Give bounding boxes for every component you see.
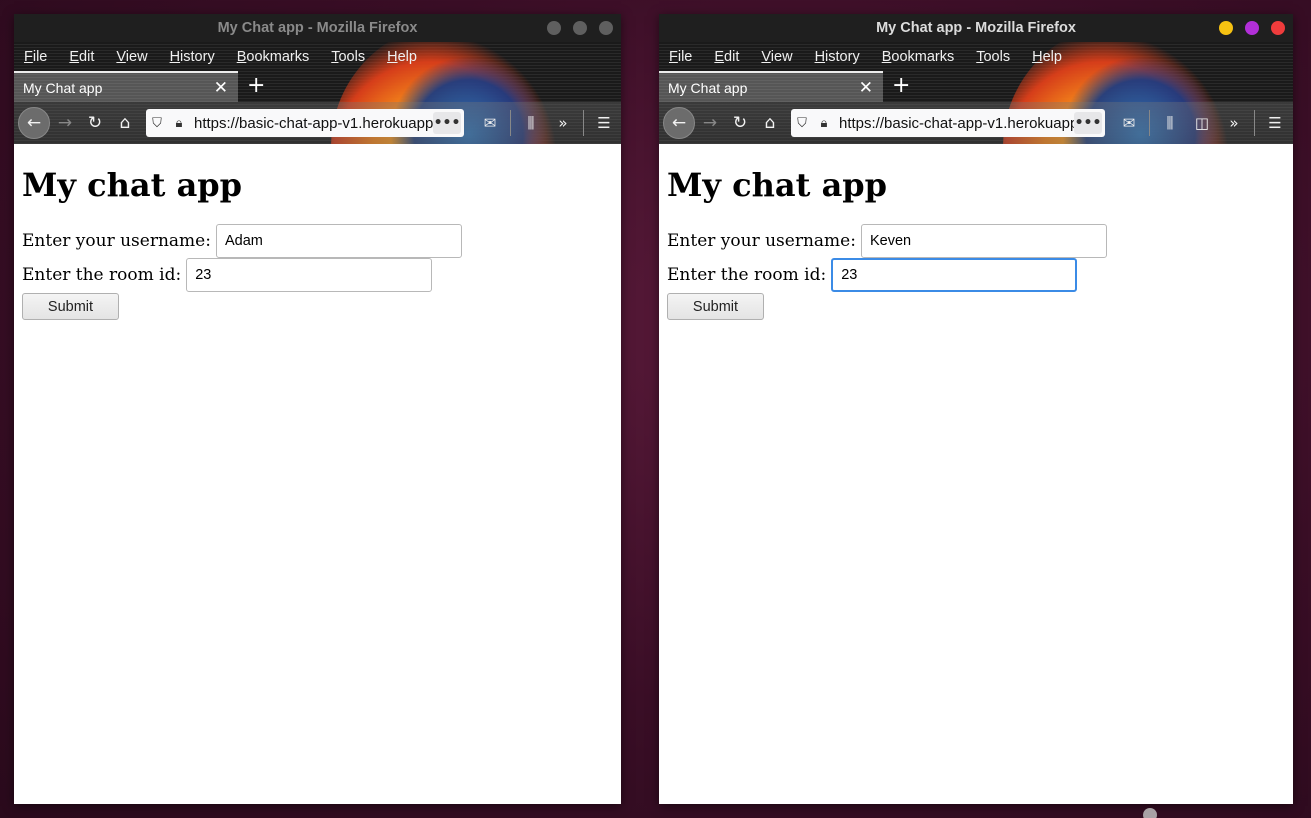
tab-my-chat-app[interactable]: My Chat app ✕ bbox=[14, 71, 238, 102]
username-input[interactable] bbox=[215, 224, 462, 258]
minimize-button[interactable] bbox=[547, 21, 561, 35]
mail-icon[interactable]: ✉ bbox=[474, 114, 506, 132]
username-label: Enter your username: bbox=[667, 231, 856, 251]
ellipsis-icon[interactable]: ••• bbox=[433, 112, 461, 134]
maximize-button[interactable] bbox=[1245, 21, 1259, 35]
arrow-left-icon[interactable]: ← bbox=[18, 107, 50, 139]
minimize-button[interactable] bbox=[1219, 21, 1233, 35]
shield-icon[interactable]: ⛉ bbox=[791, 116, 813, 131]
home-icon[interactable]: ⌂ bbox=[755, 108, 785, 138]
sidebar-icon[interactable]: ◫ bbox=[1186, 114, 1218, 132]
menu-help[interactable]: Help bbox=[1032, 49, 1062, 65]
menu-view[interactable]: View bbox=[116, 49, 147, 65]
room-label: Enter the room id: bbox=[22, 265, 182, 285]
menu-file[interactable]: File bbox=[669, 49, 692, 65]
firefox-window-left: My Chat app - Mozilla Firefox File Edit … bbox=[14, 14, 621, 804]
window-titlebar[interactable]: My Chat app - Mozilla Firefox bbox=[14, 14, 621, 42]
tab-my-chat-app[interactable]: My Chat app ✕ bbox=[659, 71, 883, 102]
tab-strip: My Chat app ✕ + bbox=[14, 71, 621, 102]
menu-edit[interactable]: Edit bbox=[714, 49, 739, 65]
lock-icon[interactable]: 🔒︎ bbox=[813, 116, 835, 131]
browser-chrome: File Edit View History Bookmarks Tools H… bbox=[14, 42, 621, 144]
menu-bookmarks[interactable]: Bookmarks bbox=[237, 49, 310, 65]
chevron-double-right-icon[interactable]: » bbox=[1218, 114, 1250, 132]
menubar: File Edit View History Bookmarks Tools H… bbox=[659, 42, 1293, 71]
tab-title: My Chat app bbox=[668, 79, 748, 96]
room-label: Enter the room id: bbox=[667, 265, 827, 285]
page-content: My chat app Enter your username: Enter t… bbox=[14, 144, 621, 340]
menu-history[interactable]: History bbox=[815, 49, 860, 65]
hamburger-menu-icon[interactable]: ☰ bbox=[588, 114, 620, 132]
url-text[interactable]: https://basic-chat-app-v1.herokuapp.com/ bbox=[839, 115, 1074, 132]
url-bar[interactable]: ⛉ 🔒︎ https://basic-chat-app-v1.herokuapp… bbox=[146, 109, 464, 137]
dock-indicator bbox=[1143, 808, 1157, 818]
room-row: Enter the room id: bbox=[667, 258, 1285, 292]
close-window-button[interactable] bbox=[1271, 21, 1285, 35]
username-row: Enter your username: bbox=[667, 224, 1285, 258]
browser-chrome: File Edit View History Bookmarks Tools H… bbox=[659, 42, 1293, 144]
arrow-left-icon[interactable]: ← bbox=[663, 107, 695, 139]
page-heading: My chat app bbox=[22, 166, 243, 204]
menu-tools[interactable]: Tools bbox=[331, 49, 365, 65]
menu-edit[interactable]: Edit bbox=[69, 49, 94, 65]
shield-icon[interactable]: ⛉ bbox=[146, 116, 168, 131]
arrow-right-icon[interactable]: → bbox=[695, 108, 725, 138]
navigation-toolbar: ← → ↻ ⌂ ⛉ 🔒︎ https://basic-chat-app-v1.h… bbox=[14, 102, 621, 144]
menu-tools[interactable]: Tools bbox=[976, 49, 1010, 65]
page-heading: My chat app bbox=[667, 166, 888, 204]
navigation-toolbar: ← → ↻ ⌂ ⛉ 🔒︎ https://basic-chat-app-v1.h… bbox=[659, 102, 1293, 144]
toolbar-divider bbox=[1254, 110, 1255, 136]
firefox-window-right: My Chat app - Mozilla Firefox File Edit … bbox=[659, 14, 1293, 804]
url-bar[interactable]: ⛉ 🔒︎ https://basic-chat-app-v1.herokuapp… bbox=[791, 109, 1105, 137]
menubar: File Edit View History Bookmarks Tools H… bbox=[14, 42, 621, 71]
url-text[interactable]: https://basic-chat-app-v1.herokuapp.com/ bbox=[194, 115, 433, 132]
menu-view[interactable]: View bbox=[761, 49, 792, 65]
arrow-right-icon[interactable]: → bbox=[50, 108, 80, 138]
home-icon[interactable]: ⌂ bbox=[110, 108, 140, 138]
new-tab-icon[interactable]: + bbox=[247, 73, 265, 98]
toolbar-divider bbox=[510, 110, 511, 136]
new-tab-icon[interactable]: + bbox=[892, 73, 910, 98]
tab-strip: My Chat app ✕ + bbox=[659, 71, 1293, 102]
username-input[interactable] bbox=[860, 224, 1107, 258]
submit-button[interactable]: Submit bbox=[667, 293, 764, 320]
lock-icon[interactable]: 🔒︎ bbox=[168, 116, 190, 131]
menu-file[interactable]: File bbox=[24, 49, 47, 65]
reload-icon[interactable]: ↻ bbox=[725, 108, 755, 138]
submit-button[interactable]: Submit bbox=[22, 293, 119, 320]
close-window-button[interactable] bbox=[599, 21, 613, 35]
mail-icon[interactable]: ✉ bbox=[1113, 114, 1145, 132]
page-content: My chat app Enter your username: Enter t… bbox=[659, 144, 1293, 340]
room-row: Enter the room id: bbox=[22, 258, 613, 292]
toolbar-divider bbox=[583, 110, 584, 136]
library-icon[interactable]: ⫼ bbox=[1154, 114, 1186, 132]
hamburger-menu-icon[interactable]: ☰ bbox=[1259, 114, 1291, 132]
window-titlebar[interactable]: My Chat app - Mozilla Firefox bbox=[659, 14, 1293, 42]
close-icon[interactable]: ✕ bbox=[214, 78, 228, 98]
maximize-button[interactable] bbox=[573, 21, 587, 35]
room-id-input[interactable] bbox=[831, 258, 1078, 292]
username-label: Enter your username: bbox=[22, 231, 211, 251]
ellipsis-icon[interactable]: ••• bbox=[1074, 112, 1102, 134]
menu-bookmarks[interactable]: Bookmarks bbox=[882, 49, 955, 65]
menu-history[interactable]: History bbox=[170, 49, 215, 65]
room-id-input[interactable] bbox=[186, 258, 433, 292]
username-row: Enter your username: bbox=[22, 224, 613, 258]
chevron-double-right-icon[interactable]: » bbox=[547, 114, 579, 132]
window-title: My Chat app - Mozilla Firefox bbox=[217, 20, 418, 36]
library-icon[interactable]: ⫼ bbox=[515, 114, 547, 132]
toolbar-divider bbox=[1149, 110, 1150, 136]
close-icon[interactable]: ✕ bbox=[859, 78, 873, 98]
window-title: My Chat app - Mozilla Firefox bbox=[876, 20, 1076, 36]
menu-help[interactable]: Help bbox=[387, 49, 417, 65]
tab-title: My Chat app bbox=[23, 79, 103, 96]
reload-icon[interactable]: ↻ bbox=[80, 108, 110, 138]
